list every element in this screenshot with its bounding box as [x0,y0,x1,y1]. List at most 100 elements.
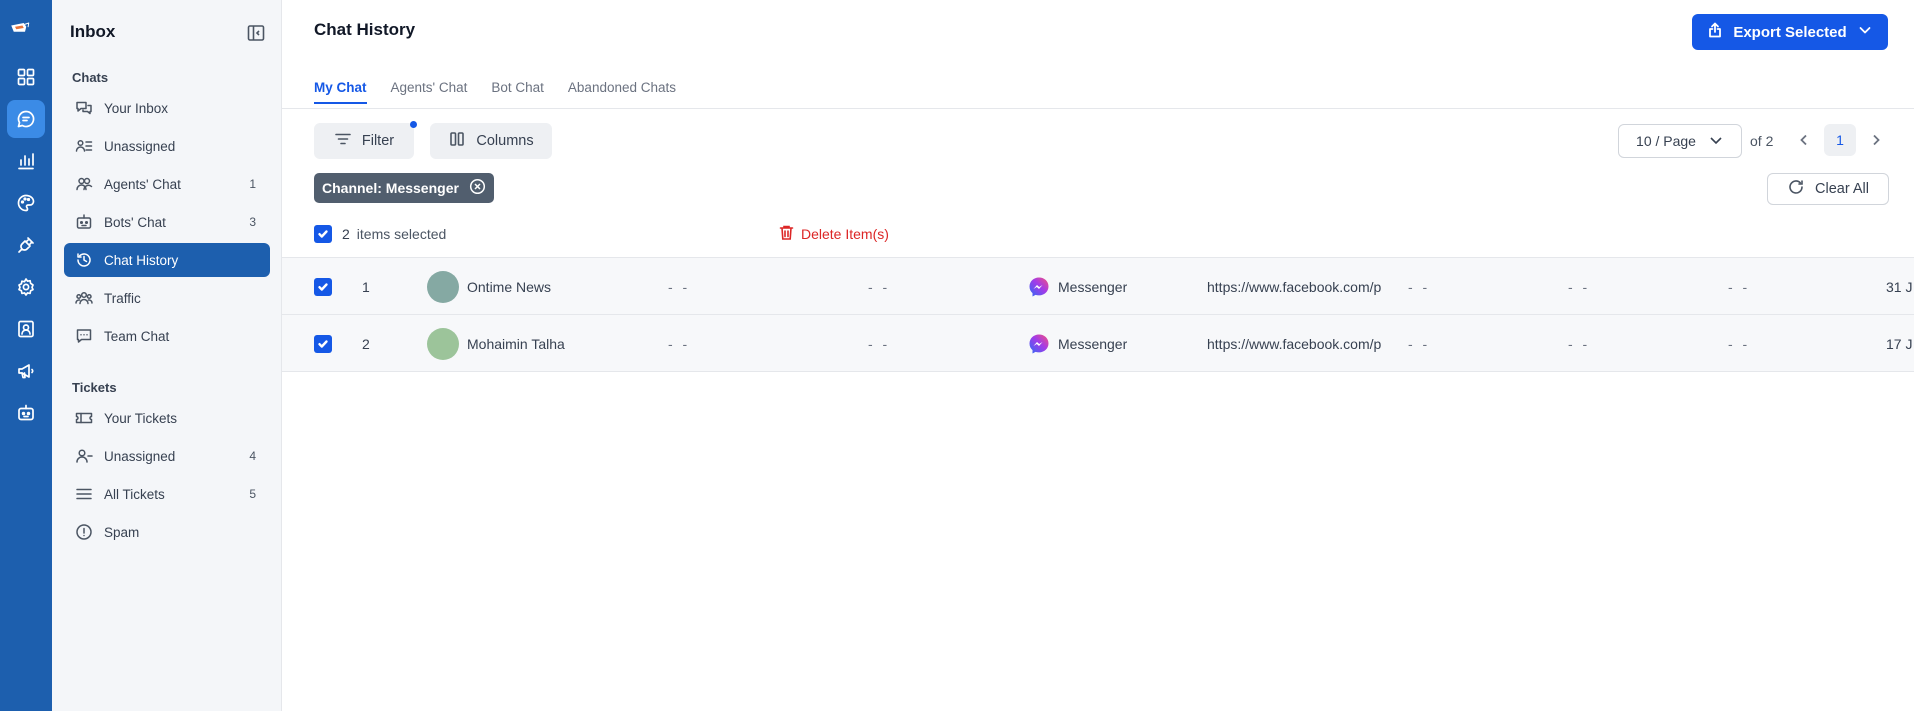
sidebar-item-bots-chat[interactable]: Bots' Chat 3 [64,205,270,239]
analytics-icon[interactable] [7,142,45,180]
user-list-icon [74,136,94,156]
sidebar-item-your-tickets[interactable]: Your Tickets [64,401,270,435]
table-row[interactable]: 2 Mohaimin Talha - - - - Messenger https… [282,315,1914,372]
filter-chip-label: Channel: Messenger [322,180,459,196]
empty-cell: - - [868,278,891,295]
filter-active-dot [410,121,417,128]
current-page-button[interactable]: 1 [1824,124,1856,156]
avatar [427,327,459,360]
tabs-divider [282,108,1914,109]
profile-url[interactable]: https://www.facebook.com/pro [1207,315,1382,372]
sidebar-item-team-chat[interactable]: Team Chat [64,319,270,353]
row-checkbox-cell [314,315,332,372]
message-square-icon [74,326,94,346]
table-row[interactable]: 1 Ontime News - - - - Messenger https://… [282,258,1914,315]
row-index: 2 [362,335,370,352]
inbox-sidebar: Inbox Chats Your Inbox Unassigned Agents… [52,0,282,711]
inbox-chat-icon[interactable] [7,100,45,138]
sidebar-item-traffic[interactable]: Traffic [64,281,270,315]
clear-all-button[interactable]: Clear All [1767,173,1889,205]
channel-filter-chip: Channel: Messenger [314,173,494,203]
tickets-heading: Tickets [72,380,117,395]
sidebar-item-all-tickets[interactable]: All Tickets 5 [64,477,270,511]
sidebar-item-unassigned-chats[interactable]: Unassigned [64,129,270,163]
date-cell: 31 J [1886,278,1913,295]
chat-tabs: My Chat Agents' Chat Bot Chat Abandoned … [314,80,676,104]
empty-cell: - - [1568,278,1591,295]
remove-filter-icon[interactable] [469,178,486,198]
row-checkbox[interactable] [314,277,332,296]
messenger-icon [1029,277,1049,296]
per-page-select[interactable]: 10 / Page [1618,124,1742,158]
columns-button[interactable]: Columns [430,123,552,159]
select-all-checkbox[interactable] [314,225,332,243]
plug-icon[interactable] [7,226,45,264]
chevron-down-icon [1857,22,1873,42]
contact-name: Mohaimin Talha [467,335,565,352]
avatar [427,270,459,303]
empty-cell: - - [1408,335,1431,352]
tab-my-chat[interactable]: My Chat [314,80,367,104]
chats-heading: Chats [72,70,109,85]
delete-items-button[interactable]: Delete Item(s) [778,224,889,244]
channel-cell: Messenger [1028,258,1127,315]
contact-cell[interactable]: Mohaimin Talha [427,315,607,372]
tab-agents-chat[interactable]: Agents' Chat [391,80,468,104]
empty-cell: - - [1408,278,1431,295]
user-minus-icon [74,446,94,466]
collapse-sidebar-icon[interactable] [247,24,265,42]
selected-count: 2 [342,226,350,242]
sidebar-item-agents-chat[interactable]: Agents' Chat 1 [64,167,270,201]
page-title: Chat History [314,20,416,39]
row-checkbox[interactable] [314,334,332,353]
date-cell: 17 J [1886,335,1913,352]
selected-text: items selected [356,226,447,242]
megaphone-icon[interactable] [7,352,45,390]
channel-name: Messenger [1058,335,1128,352]
next-page-icon[interactable] [1866,130,1886,150]
empty-cell: - - [1568,335,1591,352]
columns-label: Columns [476,133,534,149]
filter-label: Filter [361,133,395,149]
contacts-icon[interactable] [7,310,45,348]
sidebar-item-your-inbox[interactable]: Your Inbox [64,91,270,125]
filter-icon [334,130,352,152]
sidebar-item-unassigned-tickets[interactable]: Unassigned 4 [64,439,270,473]
icon-rail [0,0,52,711]
delete-items-label: Delete Item(s) [801,226,889,242]
sidebar-item-chat-history[interactable]: Chat History [64,243,270,277]
channel-name: Messenger [1058,278,1128,295]
tab-abandoned-chats[interactable]: Abandoned Chats [568,80,676,104]
row-index: 1 [362,278,370,295]
empty-cell: - - [1728,335,1751,352]
alert-circle-icon [74,522,94,542]
messenger-icon [1029,334,1049,353]
contact-cell[interactable]: Ontime News [427,258,607,315]
filter-button[interactable]: Filter [314,123,414,159]
chat-bubbles-icon [74,98,94,118]
export-selected-label: Export Selected [1733,23,1847,41]
bot-icon[interactable] [7,394,45,432]
per-page-value: 10 / Page [1636,133,1696,149]
channel-cell: Messenger [1028,315,1127,372]
dashboard-icon[interactable] [7,58,45,96]
columns-icon [448,130,466,152]
main-content: Chat History Export Selected My Chat Age… [282,0,1914,711]
tab-bot-chat[interactable]: Bot Chat [491,80,544,104]
empty-cell: - - [868,335,891,352]
app-logo-icon[interactable] [10,18,42,42]
trash-icon [778,224,795,244]
contact-name: Ontime News [467,278,552,295]
group-icon [74,288,94,308]
profile-url[interactable]: https://www.facebook.com/pro [1207,258,1382,315]
sidebar-item-spam[interactable]: Spam [64,515,270,549]
palette-icon[interactable] [7,184,45,222]
chevron-down-icon [1708,132,1724,151]
settings-gear-icon[interactable] [7,268,45,306]
prev-page-icon[interactable] [1794,130,1814,150]
sidebar-title: Inbox [70,22,116,41]
export-selected-button[interactable]: Export Selected [1692,14,1888,50]
total-pages-label: of 2 [1750,133,1774,149]
row-checkbox-cell [314,258,332,315]
clear-all-label: Clear All [1815,181,1869,197]
